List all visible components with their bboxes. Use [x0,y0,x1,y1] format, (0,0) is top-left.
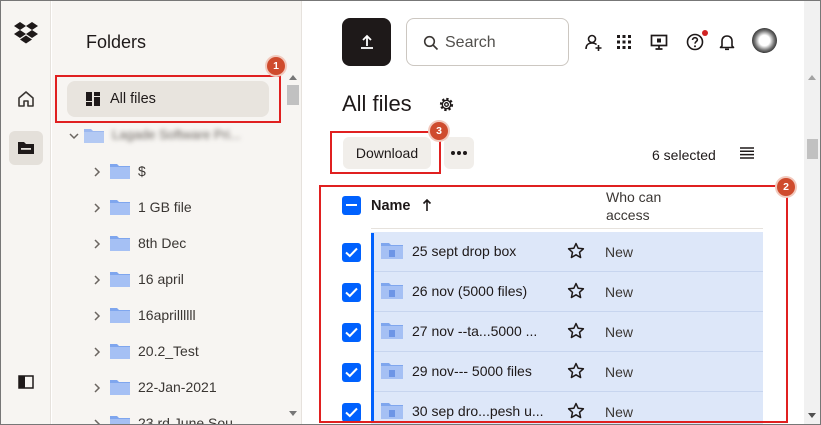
tree-item[interactable]: 8th Dec [52,230,282,258]
tree-item[interactable]: 20.2_Test [52,338,282,366]
chevron-right-icon[interactable] [92,202,102,214]
tree-item[interactable]: 1 GB file [52,194,282,222]
step-badge-1: 1 [267,57,285,75]
add-user-icon[interactable] [583,32,603,52]
home-icon[interactable] [16,89,36,109]
app-window: Folders All files Lagade Software Pri...… [0,0,821,425]
search-input[interactable] [445,31,555,55]
folder-icon [110,344,130,359]
folder-icon [110,416,130,424]
folder-icon [110,200,130,215]
tree-scrollbar[interactable] [286,71,299,421]
step-badge-3: 3 [430,122,448,140]
collapse-sidebar-icon[interactable] [18,375,34,389]
gear-icon[interactable] [438,96,455,113]
chevron-right-icon[interactable] [92,238,102,250]
folder-icon [110,308,130,323]
tree-item-label: 23 rd June Sou [138,415,233,425]
tree-item[interactable]: 23 rd June Sou [52,410,282,425]
avatar[interactable] [752,28,777,53]
step-badge-2: 2 [777,178,795,196]
upload-button[interactable] [342,18,391,66]
chevron-right-icon[interactable] [92,310,102,322]
tree-item-label: 16aprillllll [138,307,196,323]
nav-rail [1,1,51,424]
tree-item-label: $ [138,163,146,179]
chevron-right-icon[interactable] [92,274,102,286]
scroll-up-arrow-icon[interactable] [808,75,816,80]
dropbox-logo-icon[interactable] [13,21,39,45]
highlight-box-1 [55,75,281,123]
folder-icon [110,236,130,251]
tree-item-label: Lagade Software Pri... [112,127,241,142]
selected-count: 6 selected [652,147,716,163]
folders-panel: Folders All files Lagade Software Pri...… [52,1,302,425]
highlight-box-3 [330,131,441,174]
scroll-thumb[interactable] [287,85,299,105]
tree-item-label: 22-Jan-2021 [138,379,217,395]
search-icon [423,35,439,51]
tree-item-label: 8th Dec [138,235,187,251]
tree-item-label: 16 april [138,271,184,287]
tree-item-root[interactable]: Lagade Software Pri... [52,122,282,150]
scroll-down-arrow-icon[interactable] [289,411,297,416]
desktop-icon[interactable] [649,32,669,52]
more-dot [457,151,461,155]
chevron-right-icon[interactable] [92,382,102,394]
folder-icon [110,272,130,287]
app-grid-icon[interactable] [614,32,634,52]
page-title: All files [342,91,412,116]
more-actions-button[interactable] [444,137,474,169]
tree-item[interactable]: $ [52,158,282,186]
help-notification-dot [702,30,708,36]
tree-item[interactable]: 22-Jan-2021 [52,374,282,402]
list-view-icon[interactable] [740,147,754,159]
bell-icon[interactable] [717,32,737,52]
tree-item-label: 1 GB file [138,199,192,215]
scroll-thumb[interactable] [807,139,818,159]
upload-icon [361,34,373,49]
highlight-box-2 [319,185,788,423]
folders-title: Folders [86,32,147,52]
tree-item[interactable]: 16aprillllll [52,302,282,330]
more-dot [463,151,467,155]
scroll-down-arrow-icon[interactable] [808,413,816,418]
chevron-right-icon[interactable] [92,346,102,358]
folder-icon[interactable] [17,139,35,157]
tree-item-label: 20.2_Test [138,343,199,359]
scroll-up-arrow-icon[interactable] [289,75,297,80]
folder-icon [110,164,130,179]
tree-item[interactable]: 16 april [52,266,282,294]
more-dot [451,151,455,155]
main-scrollbar[interactable] [804,1,820,424]
folder-icon [110,380,130,395]
team-folder-icon [84,129,104,143]
chevron-right-icon[interactable] [92,418,102,425]
chevron-down-icon[interactable] [69,130,79,142]
search-box[interactable] [406,18,569,66]
chevron-right-icon[interactable] [92,166,102,178]
